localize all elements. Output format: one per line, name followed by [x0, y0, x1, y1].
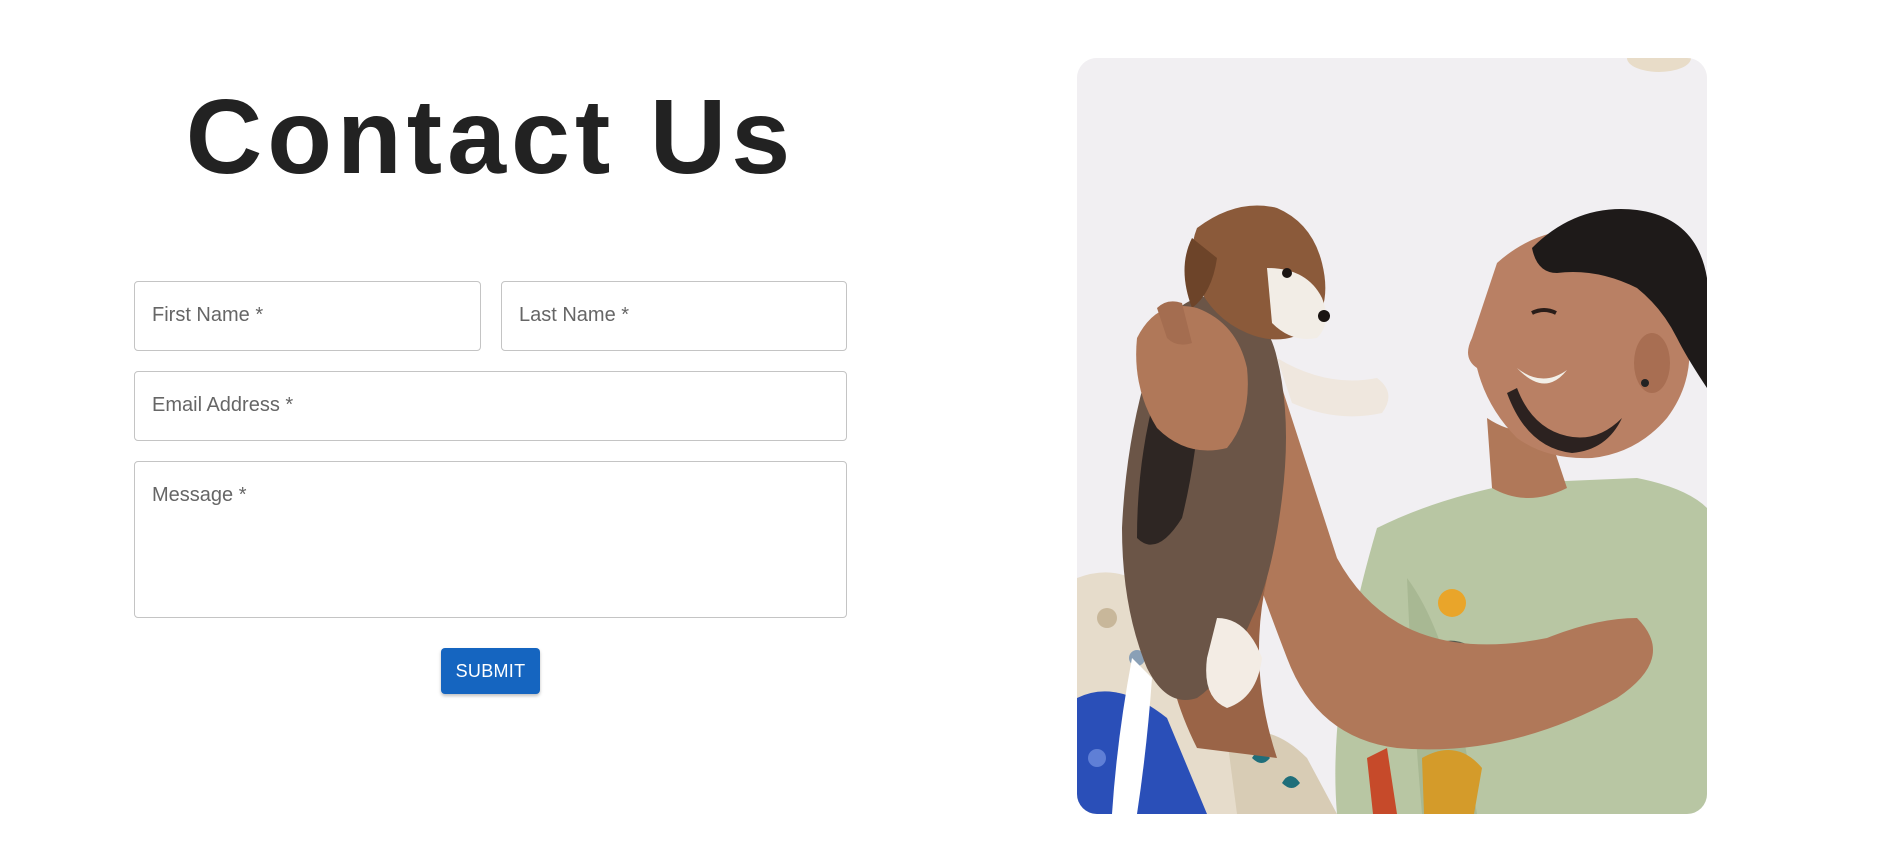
first-name-placeholder: First Name *	[152, 304, 264, 326]
message-placeholder: Message *	[152, 484, 247, 506]
submit-button[interactable]: SUBMIT	[441, 648, 540, 694]
last-name-field[interactable]: Last Name *	[501, 281, 847, 351]
email-field[interactable]: Email Address *	[134, 371, 847, 441]
man-holding-puppy-photo	[1077, 58, 1707, 814]
first-name-field[interactable]: First Name *	[134, 281, 481, 351]
contact-page: Contact Us First Name * Last Name * Emai…	[0, 0, 1877, 845]
last-name-placeholder: Last Name *	[519, 304, 630, 326]
message-field[interactable]: Message *	[134, 461, 847, 618]
page-title: Contact Us	[185, 78, 796, 196]
email-placeholder: Email Address *	[152, 394, 294, 416]
